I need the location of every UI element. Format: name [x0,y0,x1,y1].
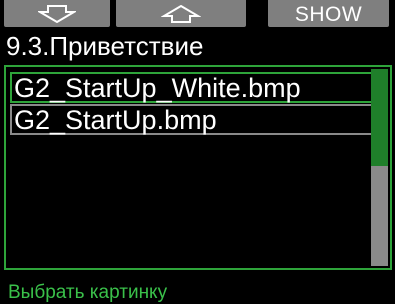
show-softkey-label: SHOW [294,2,363,26]
down-softkey[interactable] [4,0,110,27]
list-item-startup-white[interactable]: G2_StartUp_White.bmp [10,72,376,103]
softkey-bar: SHOW [0,0,395,27]
up-softkey[interactable] [116,0,246,27]
page-title: 9.3.Приветствие [6,31,204,61]
scrollbar-thumb[interactable] [371,69,388,166]
down-arrow-outline-icon [38,4,76,23]
file-list: G2_StartUp_White.bmp G2_StartUp.bmp [4,65,392,270]
scrollbar[interactable] [371,69,388,266]
show-softkey[interactable]: SHOW [268,0,389,27]
hint-text: Выбрать картинку [8,282,168,303]
up-arrow-outline-icon [161,4,201,23]
list-item-startup[interactable]: G2_StartUp.bmp [10,104,376,135]
